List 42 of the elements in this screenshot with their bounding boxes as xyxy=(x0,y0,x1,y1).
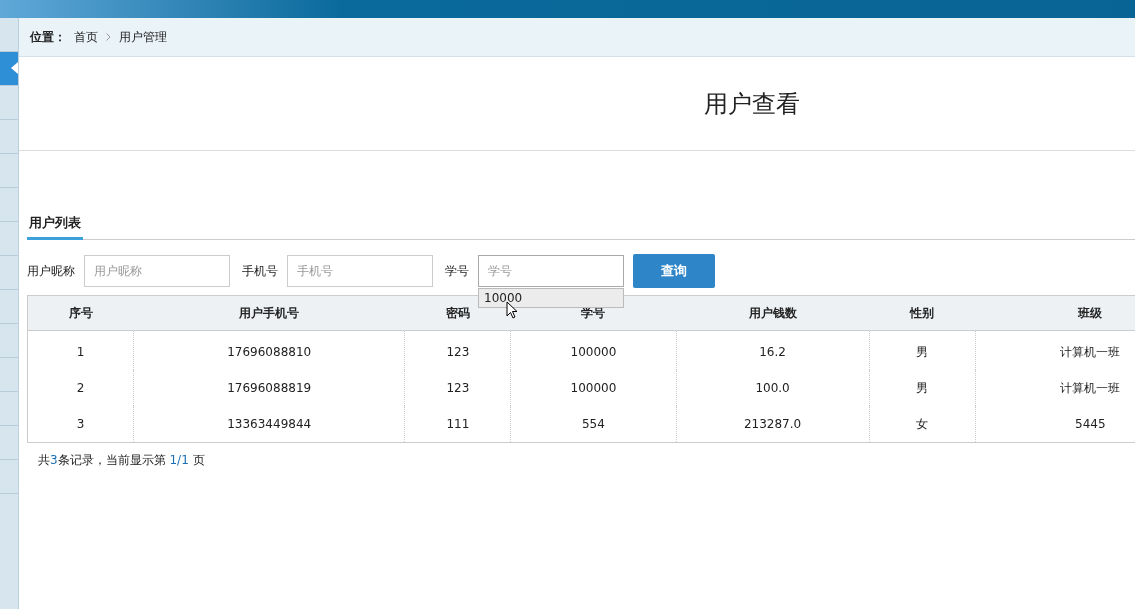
column-header: 性别 xyxy=(869,295,976,331)
table-cell: 男 xyxy=(869,370,976,406)
table-cell: 1 xyxy=(27,330,134,370)
column-header: 序号 xyxy=(27,295,134,331)
mouse-cursor-icon xyxy=(506,301,518,319)
pagination-summary: 共3条记录，当前显示第 1/1 页 xyxy=(38,452,206,469)
table-cell: 2 xyxy=(27,370,134,406)
column-header: 用户手机号 xyxy=(133,295,405,331)
table-cell: 100000 xyxy=(510,370,676,406)
autocomplete-suggestion[interactable]: 10000 xyxy=(478,288,624,308)
table-cell: 123 xyxy=(404,330,511,370)
input-field[interactable]: 手机号 xyxy=(287,255,433,287)
table-cell: 111 xyxy=(404,406,511,443)
table-cell: 3 xyxy=(27,406,134,443)
table-cell: 100000 xyxy=(510,330,676,370)
table-cell: 计算机一班 xyxy=(975,330,1135,370)
table-cell: 554 xyxy=(510,406,676,443)
page-title: 用户查看 xyxy=(704,88,800,120)
table-cell: 100.0 xyxy=(676,370,870,406)
table-cell: 17696088810 xyxy=(133,330,405,370)
table-cell: 5445 xyxy=(975,406,1135,443)
input-field[interactable]: 用户昵称 xyxy=(84,255,230,287)
table-cell: 计算机一班 xyxy=(975,370,1135,406)
table-cell: 13363449844 xyxy=(133,406,405,443)
table-cell: 123 xyxy=(404,370,511,406)
notch-icon xyxy=(11,62,18,74)
column-header: 班级 xyxy=(975,295,1135,331)
breadcrumb-link[interactable]: 用户管理 xyxy=(119,28,167,46)
search-button[interactable]: 查询 xyxy=(633,254,715,288)
input-field[interactable]: 学号 xyxy=(478,255,624,287)
field-label: 手机号 xyxy=(242,262,278,280)
table-cell: 女 xyxy=(869,406,976,443)
table-cell: 男 xyxy=(869,330,976,370)
field-label: 学号 xyxy=(445,262,469,280)
breadcrumb-link[interactable]: 首页 xyxy=(74,28,98,46)
breadcrumb-label: 位置： xyxy=(30,28,66,46)
field-label: 用户昵称 xyxy=(27,262,75,280)
table-cell: 213287.0 xyxy=(676,406,870,443)
table-cell: 17696088819 xyxy=(133,370,405,406)
tab[interactable]: 用户列表 xyxy=(27,214,83,240)
column-header: 用户钱数 xyxy=(676,295,870,331)
table-cell: 16.2 xyxy=(676,330,870,370)
